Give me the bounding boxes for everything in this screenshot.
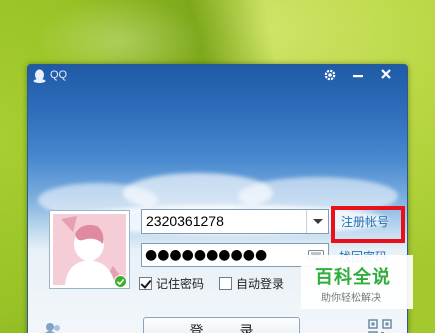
- auto-login-label: 自动登录: [236, 276, 285, 291]
- watermark: 百科全说 助你轻松解决: [301, 255, 413, 309]
- remember-password-checkbox[interactable]: [139, 276, 152, 290]
- online-status-icon[interactable]: [114, 275, 127, 288]
- remember-password-option[interactable]: 记住密码: [139, 275, 204, 291]
- watermark-slogan: 助你轻松解决: [321, 293, 381, 304]
- account-dropdown-button[interactable]: [306, 210, 328, 233]
- close-button[interactable]: [373, 65, 399, 85]
- window-title: QQ: [50, 69, 68, 81]
- password-input[interactable]: ●●●●●●●●●●: [145, 244, 267, 266]
- title-bar[interactable]: QQ: [28, 65, 407, 87]
- auto-login-checkbox[interactable]: [219, 276, 232, 290]
- qrcode-icon[interactable]: [368, 319, 392, 333]
- account-input[interactable]: 2320361278: [142, 210, 304, 233]
- red-highlight-box: [331, 206, 405, 243]
- multi-account-icon[interactable]: [42, 321, 64, 333]
- watermark-brand: 百科全说: [315, 267, 391, 288]
- qq-penguin-icon: [33, 69, 46, 83]
- auto-login-option[interactable]: 自动登录: [219, 275, 284, 291]
- settings-button[interactable]: [317, 65, 343, 85]
- minimize-icon: [353, 75, 363, 78]
- remember-password-label: 记住密码: [156, 276, 205, 291]
- gear-icon: [324, 69, 336, 81]
- close-icon: [381, 69, 391, 79]
- minimize-button[interactable]: [345, 65, 371, 85]
- account-combobox[interactable]: 2320361278: [141, 209, 329, 234]
- login-button[interactable]: 登录: [143, 317, 300, 333]
